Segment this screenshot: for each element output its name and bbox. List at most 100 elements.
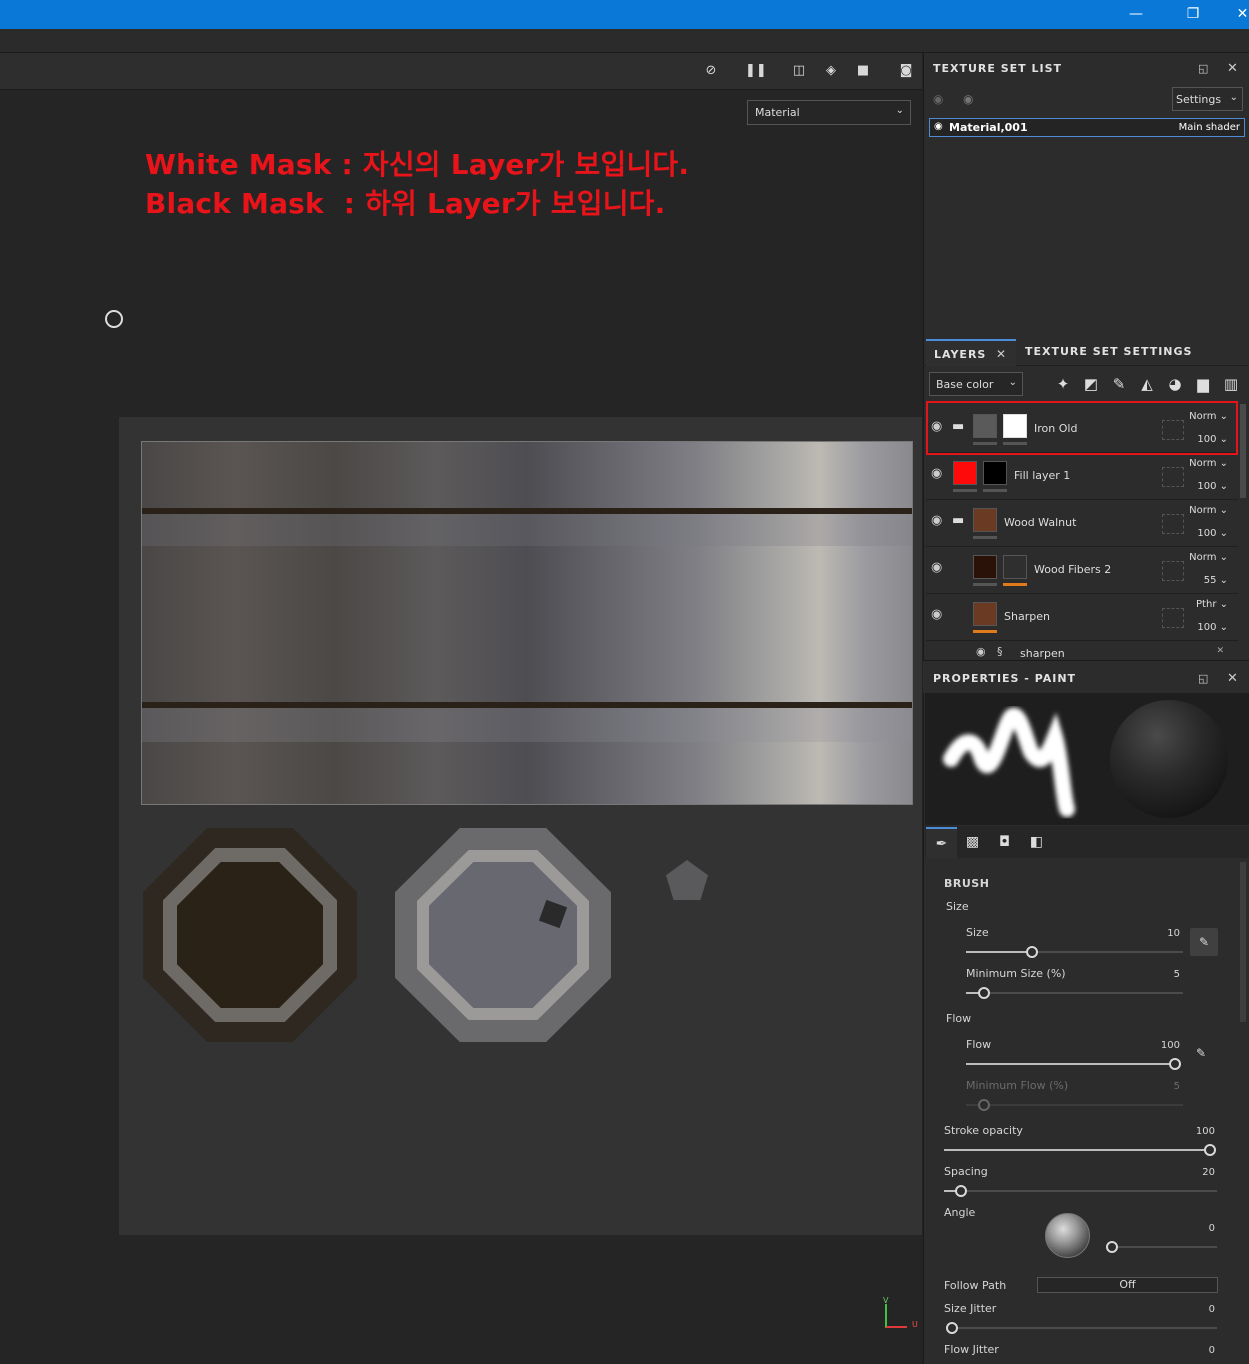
size-jitter-slider[interactable] [946, 1327, 1217, 1329]
min-size-value[interactable]: 5 [1140, 969, 1180, 980]
menu-bar [0, 29, 1249, 53]
settings-dropdown[interactable]: Settings ⌄ [1172, 87, 1243, 111]
layers-scrollbar[interactable] [1240, 404, 1246, 498]
flow-group-label: Flow [946, 1012, 972, 1025]
axis-u-label: U [912, 1320, 918, 1329]
layer-mask-slot[interactable] [1162, 514, 1184, 534]
follow-path-toggle[interactable]: Off [1037, 1277, 1218, 1293]
opacity-dropdown[interactable]: 100 ⌄ [1197, 481, 1228, 492]
minimize-button[interactable]: — [1126, 6, 1146, 22]
fill-layer-icon[interactable]: ◭ [1136, 374, 1158, 394]
layer-mask-slot[interactable] [1162, 608, 1184, 628]
angle-slider[interactable] [1111, 1246, 1217, 1248]
layer-row-sharpen[interactable]: ◉ Sharpen Pthr ⌄ 100 ⌄ [926, 594, 1238, 641]
add-mask-icon[interactable]: ◩ [1080, 374, 1102, 394]
flow-slider-handle[interactable] [1169, 1058, 1181, 1070]
settings-dropdown-label: Settings [1176, 93, 1222, 106]
blend-mode-dropdown[interactable]: Norm ⌄ [1189, 458, 1228, 469]
blend-mode-dropdown[interactable]: Norm ⌄ [1189, 505, 1228, 516]
viewport-mode-dropdown[interactable]: Material ⌄ [747, 100, 911, 125]
layer-mask-slot[interactable] [1162, 467, 1184, 487]
min-size-slider[interactable] [966, 992, 1183, 994]
flow-jitter-value[interactable]: 0 [1175, 1345, 1215, 1356]
texture-set-row[interactable]: ◉ Material,001 Main shader [929, 118, 1245, 137]
material-sphere-preview [1110, 700, 1228, 818]
blend-mode-dropdown[interactable]: Pthr ⌄ [1196, 599, 1228, 610]
annotation-white-mask: White Mask : 자신의 Layer가 보입니다. [145, 148, 690, 181]
spacing-value[interactable]: 20 [1175, 1167, 1215, 1178]
camera-icon[interactable]: ■ [853, 62, 873, 80]
close-panel-icon[interactable]: ✕ [1227, 61, 1238, 76]
opacity-dropdown[interactable]: 100 ⌄ [1197, 528, 1228, 539]
layer-row-wood-walnut[interactable]: ◉ ▬ Wood Walnut Norm ⌄ 100 ⌄ [926, 500, 1238, 547]
eye-icon[interactable]: ◉ [931, 466, 942, 481]
view-cube-icon[interactable]: ◈ [821, 62, 841, 80]
size-value[interactable]: 10 [1140, 928, 1180, 939]
layer-row-fill-layer[interactable]: ◉ Fill layer 1 Norm ⌄ 100 ⌄ [926, 453, 1238, 500]
layer-mask-slot[interactable] [1162, 561, 1184, 581]
blend-mode-dropdown[interactable]: Norm ⌄ [1189, 552, 1228, 563]
angle-value[interactable]: 0 [1175, 1223, 1215, 1234]
material-tab-icon[interactable]: ◧ [1021, 827, 1052, 858]
flow-value[interactable]: 100 [1140, 1040, 1180, 1051]
min-flow-slider-handle [978, 1099, 990, 1111]
add-effect-icon[interactable]: ✦ [1052, 374, 1074, 394]
size-jitter-value[interactable]: 0 [1175, 1304, 1215, 1315]
eye-icon[interactable]: ◉ [931, 607, 942, 622]
smart-material-icon[interactable]: ◕ [1164, 374, 1186, 394]
close-window-button[interactable]: ✕ [1236, 6, 1249, 22]
fill-color-thumbnail [953, 461, 977, 485]
eye-icon[interactable]: ◉ [976, 645, 986, 658]
brush-tab-icon[interactable]: ✒ [926, 827, 957, 858]
mask-thumbnail[interactable] [1003, 555, 1027, 579]
close-panel-icon[interactable]: ✕ [1227, 671, 1238, 686]
eye-icon[interactable]: ◉ [931, 560, 942, 575]
stroke-opacity-slider-handle[interactable] [1204, 1144, 1216, 1156]
layer-row-wood-fibers[interactable]: ◉ Wood Fibers 2 Norm ⌄ 55 ⌄ [926, 547, 1238, 594]
folder-icon: ▬ [952, 513, 965, 528]
eye-icon[interactable]: ◉ [931, 513, 942, 528]
layer-name: Wood Fibers 2 [1034, 563, 1112, 576]
opacity-dropdown[interactable]: 55 ⌄ [1204, 575, 1228, 586]
filter-icon: § [997, 645, 1003, 658]
hidden-eye-icon[interactable]: ◉ [933, 92, 943, 106]
angle-dial[interactable] [1045, 1213, 1090, 1258]
pen-pressure-icon[interactable]: ✎ [1196, 1046, 1206, 1060]
channel-dropdown[interactable]: Base color ⌄ [929, 372, 1023, 396]
float-panel-icon[interactable]: ◱ [1198, 672, 1208, 685]
paint-layer-icon[interactable]: ✎ [1108, 374, 1130, 394]
selection-highlight [926, 401, 1238, 455]
alpha-tab-icon[interactable]: ▩ [957, 827, 988, 858]
eye-icon[interactable]: ◉ [934, 121, 943, 132]
sub-effect-row[interactable]: ◉ § sharpen ✕ [926, 642, 1238, 660]
stencil-tab-icon[interactable]: ◘ [989, 827, 1020, 858]
size-slider-handle[interactable] [1026, 946, 1038, 958]
add-folder-icon[interactable]: ▆ [1192, 374, 1214, 394]
close-tab-icon[interactable]: ✕ [996, 347, 1006, 361]
float-panel-icon[interactable]: ◱ [1198, 62, 1208, 75]
angle-slider-handle[interactable] [1106, 1241, 1118, 1253]
spacing-slider-handle[interactable] [955, 1185, 967, 1197]
symmetry-icon[interactable]: ◫ [789, 62, 809, 80]
tab-layers[interactable]: LAYERS ✕ [926, 339, 1016, 367]
hide-overlay-icon[interactable]: ⊘ [701, 62, 721, 80]
properties-scrollbar[interactable] [1240, 862, 1246, 1022]
tab-texture-set-settings[interactable]: TEXTURE SET SETTINGS [1025, 345, 1192, 358]
black-mask-thumbnail[interactable] [983, 461, 1007, 485]
stroke-opacity-slider[interactable] [944, 1149, 1210, 1151]
min-flow-slider [966, 1104, 1183, 1106]
pause-icon[interactable]: ❚❚ [745, 62, 767, 80]
remove-effect-icon[interactable]: ✕ [1216, 646, 1224, 656]
stroke-opacity-value[interactable]: 100 [1175, 1126, 1215, 1137]
spacing-slider[interactable] [944, 1190, 1217, 1192]
flow-slider[interactable] [966, 1063, 1175, 1065]
delete-layer-icon[interactable]: ▥ [1220, 374, 1242, 394]
min-size-slider-handle[interactable] [978, 987, 990, 999]
texture-set-name: Material,001 [949, 121, 1028, 134]
eye-icon[interactable]: ◉ [963, 92, 973, 106]
screenshot-icon[interactable]: ◙ [896, 62, 916, 80]
size-jitter-slider-handle[interactable] [946, 1322, 958, 1334]
opacity-dropdown[interactable]: 100 ⌄ [1197, 622, 1228, 633]
pen-pressure-button[interactable]: ✎ [1190, 928, 1218, 956]
restore-button[interactable]: ❐ [1183, 6, 1203, 22]
